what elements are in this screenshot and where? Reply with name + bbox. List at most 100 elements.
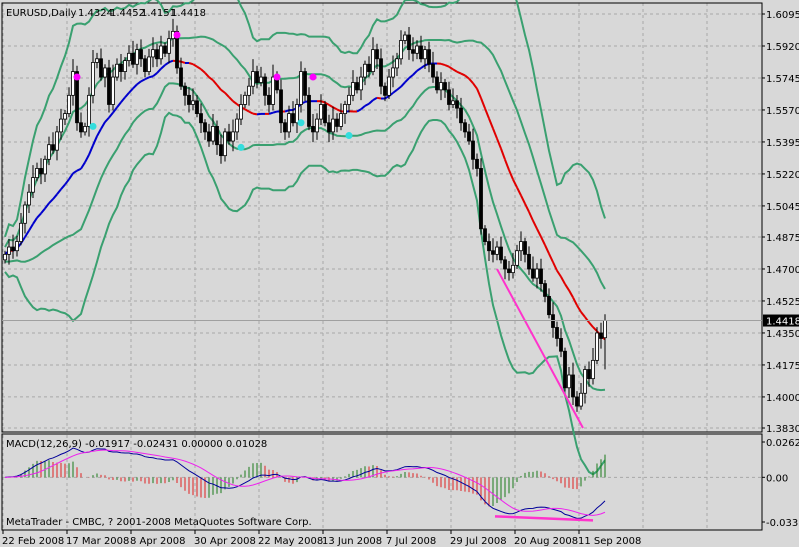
high-value: 1.4452	[110, 8, 145, 19]
date-label: 13 Jun 2008	[322, 536, 382, 547]
bear-candle	[183, 85, 187, 96]
bull-candle	[115, 63, 119, 78]
cyan-signal-dot	[89, 122, 97, 130]
magenta-signal-dot	[73, 73, 81, 81]
ma-segment	[148, 75, 154, 79]
magenta-signal-dot	[173, 31, 181, 39]
bull-candle	[315, 118, 319, 133]
bear-candle	[523, 241, 527, 255]
bull-candle	[399, 40, 403, 60]
bear-candle	[51, 144, 55, 151]
bull-candle	[151, 49, 155, 58]
bull-candle	[3, 253, 7, 261]
bear-candle	[99, 58, 103, 78]
bull-candle	[35, 168, 39, 178]
metatrader-chart[interactable]: 1.6095 1.5920 1.5745 1.5570 1.5395 1.5220 1.50…	[0, 0, 799, 547]
ma-segment	[284, 109, 290, 113]
bull-candle	[295, 104, 299, 124]
bear-candle	[367, 63, 371, 72]
bull-candle	[87, 94, 91, 127]
bull-candle	[235, 118, 239, 133]
bear-candle	[199, 113, 203, 124]
chart-header: EURUSD,Daily 1.4324 1.4452 1.4151 1.4418	[6, 8, 206, 19]
date-label: 22 May 2008	[258, 536, 323, 547]
bull-candle	[535, 268, 539, 279]
price-tick-label: 1.3830	[766, 424, 799, 435]
price-tick-label: 1.4175	[766, 361, 799, 372]
bull-candle	[439, 82, 443, 91]
bull-candle	[135, 49, 139, 65]
bear-candle	[419, 45, 423, 60]
bull-candle	[495, 246, 499, 255]
bull-candle	[415, 45, 419, 54]
date-label: 30 Apr 2008	[194, 536, 256, 547]
bull-candle	[299, 71, 303, 105]
bull-candle	[223, 131, 227, 157]
bull-candle	[167, 38, 171, 54]
bear-candle	[435, 76, 439, 91]
bull-candle	[251, 71, 255, 87]
bear-candle	[431, 63, 435, 78]
price-tick-label: 1.5745	[766, 74, 799, 85]
bear-candle	[587, 369, 591, 380]
bear-candle	[407, 34, 411, 51]
chart-background	[0, 0, 799, 547]
price-tick-label: 1.4525	[766, 297, 799, 308]
bull-candle	[347, 94, 351, 105]
bull-candle	[19, 222, 23, 242]
bull-candle	[331, 118, 335, 133]
bear-candle	[267, 94, 271, 105]
macd-tick-label: 0.02625	[766, 438, 799, 449]
bull-candle	[363, 63, 367, 78]
bull-candle	[31, 177, 35, 193]
bear-candle	[383, 85, 387, 96]
bull-candle	[123, 60, 127, 72]
bull-candle	[343, 104, 347, 115]
bear-candle	[527, 253, 531, 270]
bear-candle	[195, 100, 199, 115]
bear-candle	[443, 82, 447, 91]
bull-candle	[103, 67, 107, 78]
bear-candle	[227, 131, 231, 142]
bull-candle	[515, 250, 519, 266]
bull-candle	[7, 246, 11, 255]
bear-candle	[547, 295, 551, 316]
price-tick-label: 1.4875	[766, 233, 799, 244]
bear-candle	[327, 122, 331, 133]
bull-candle	[127, 52, 131, 62]
bear-candle	[551, 314, 555, 328]
bull-candle	[259, 76, 263, 83]
bear-candle	[507, 268, 511, 274]
bear-candle	[427, 49, 431, 65]
bull-candle	[403, 34, 407, 41]
bull-candle	[67, 94, 71, 115]
bear-candle	[503, 259, 507, 270]
bear-candle	[355, 82, 359, 91]
bull-candle	[591, 359, 595, 380]
bear-candle	[303, 71, 307, 96]
magenta-signal-dot	[309, 73, 317, 81]
bull-candle	[211, 126, 215, 142]
bull-candle	[579, 392, 583, 407]
ma-segment	[180, 60, 186, 64]
close-value: 1.4418	[171, 8, 206, 19]
bull-candle	[55, 131, 59, 151]
bull-candle	[511, 264, 515, 274]
bear-candle	[375, 49, 379, 60]
macd-tick-label: -0.03321	[766, 518, 799, 529]
current-price-label: 1.4418	[766, 317, 799, 328]
bear-candle	[323, 104, 327, 124]
bull-candle	[395, 58, 399, 69]
bull-candle	[83, 126, 87, 133]
date-label: 29 Jul 2008	[450, 536, 507, 547]
date-label: 20 Aug 2008	[514, 536, 578, 547]
bear-candle	[163, 45, 167, 54]
bull-candle	[451, 100, 455, 105]
bear-candle	[307, 94, 311, 127]
price-tick-label: 1.5920	[766, 42, 799, 53]
bear-candle	[571, 374, 575, 398]
bear-candle	[143, 58, 147, 72]
date-label: 8 Apr 2008	[130, 536, 185, 547]
bear-candle	[475, 158, 479, 169]
price-tick-label: 1.5045	[766, 202, 799, 213]
